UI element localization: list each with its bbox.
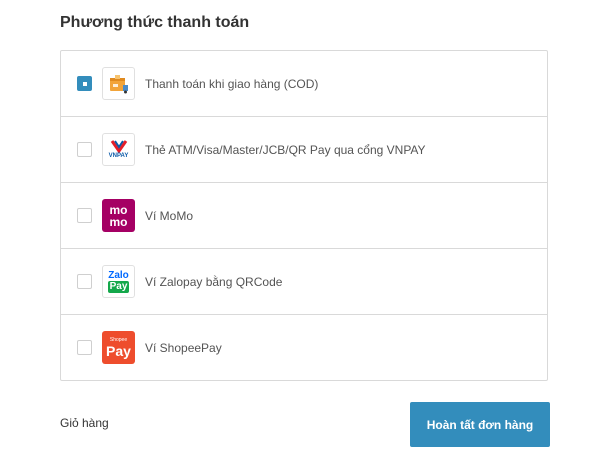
payment-method-zalopay[interactable]: Zalo Pay Ví Zalopay bằng QRCode xyxy=(61,249,547,315)
momo-logo: mo mo xyxy=(102,199,135,232)
payment-method-list: Thanh toán khi giao hàng (COD) VNPAY Thẻ… xyxy=(60,50,548,381)
payment-method-vnpay[interactable]: VNPAY Thẻ ATM/Visa/Master/JCB/QR Pay qua… xyxy=(61,117,547,183)
momo-radio[interactable] xyxy=(77,208,92,223)
momo-logo-text-bottom: mo xyxy=(109,214,128,229)
page-title: Phương thức thanh toán xyxy=(60,14,250,31)
payment-method-label: Thanh toán khi giao hàng (COD) xyxy=(145,76,319,91)
radio-checked-dot xyxy=(82,81,87,86)
zalopay-radio[interactable] xyxy=(77,274,92,289)
shopeepay-logo: Shopee Pay xyxy=(102,331,135,364)
shopeepay-logo-text-bottom: Pay xyxy=(106,342,131,359)
cod-radio[interactable] xyxy=(77,76,92,91)
complete-order-button[interactable]: Hoàn tất đơn hàng xyxy=(410,402,550,447)
momo-logo-text-top: mo xyxy=(109,202,128,217)
payment-method-cod[interactable]: Thanh toán khi giao hàng (COD) xyxy=(61,51,547,117)
vnpay-logo-text: VNPAY xyxy=(108,153,129,159)
payment-method-label: Thẻ ATM/Visa/Master/JCB/QR Pay qua cổng … xyxy=(145,142,426,157)
payment-method-shopeepay[interactable]: Shopee Pay Ví ShopeePay xyxy=(61,315,547,380)
payment-method-momo[interactable]: mo mo Ví MoMo xyxy=(61,183,547,249)
zalopay-logo-text-bottom: Pay xyxy=(107,281,130,293)
payment-method-label: Ví Zalopay bằng QRCode xyxy=(145,274,283,289)
cod-box-icon xyxy=(102,67,135,100)
shopeepay-radio[interactable] xyxy=(77,340,92,355)
vnpay-radio[interactable] xyxy=(77,142,92,157)
zalopay-logo-text-top: Zalo xyxy=(108,270,129,281)
payment-method-label: Ví MoMo xyxy=(145,208,194,223)
vnpay-logo: VNPAY xyxy=(102,133,135,166)
zalopay-logo: Zalo Pay xyxy=(102,265,135,298)
payment-method-label: Ví ShopeePay xyxy=(145,340,222,355)
cart-link[interactable]: Giỏ hàng xyxy=(60,416,109,430)
